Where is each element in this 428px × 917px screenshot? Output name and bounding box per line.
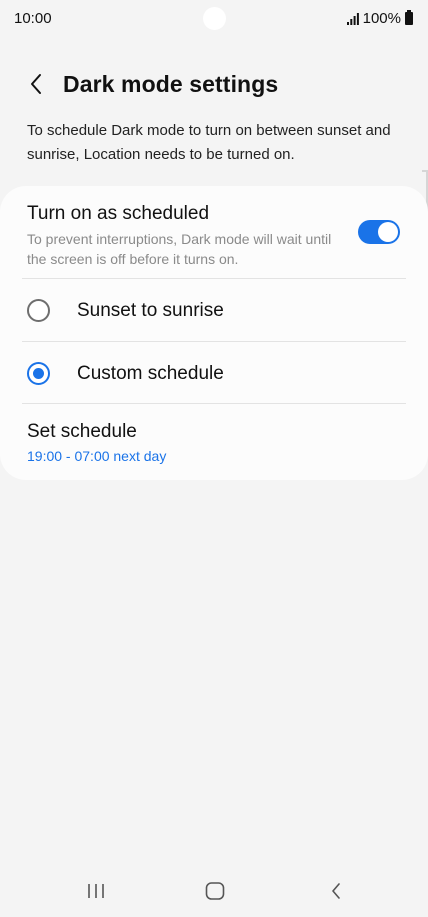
radio-custom-schedule[interactable]: [27, 362, 50, 385]
page-title: Dark mode settings: [63, 71, 279, 97]
back-button[interactable]: [20, 68, 52, 100]
option-label: Sunset to sunrise: [77, 300, 224, 321]
set-schedule-row[interactable]: Set schedule 19:00 - 07:00 next day: [0, 404, 428, 480]
chevron-left-icon: [31, 74, 41, 94]
option-label: Custom schedule: [77, 363, 224, 384]
set-schedule-title: Set schedule: [27, 421, 137, 442]
battery-icon: [405, 10, 413, 25]
schedule-toggle-switch[interactable]: [358, 220, 400, 244]
screen: 10:00 100% Dark mode settings To schedul…: [0, 0, 428, 917]
recents-icon: [88, 884, 104, 898]
nav-back-button[interactable]: [316, 876, 356, 906]
settings-card: Turn on as scheduled To prevent interrup…: [0, 186, 428, 480]
signal-icon: [346, 12, 359, 25]
schedule-toggle-title: Turn on as scheduled: [27, 203, 210, 224]
header: Dark mode settings: [0, 64, 428, 104]
schedule-toggle-row[interactable]: Turn on as scheduled To prevent interrup…: [0, 186, 428, 278]
camera-cutout: [203, 7, 226, 30]
back-icon: [332, 883, 340, 899]
option-sunset-to-sunrise[interactable]: Sunset to sunrise: [0, 279, 428, 341]
toggle-knob: [378, 222, 398, 242]
radio-sunset-to-sunrise[interactable]: [27, 299, 50, 322]
status-indicators: 100%: [346, 10, 413, 27]
status-bar: 10:00 100%: [0, 0, 428, 38]
home-icon: [205, 882, 225, 900]
status-time: 10:00: [14, 10, 52, 27]
option-custom-schedule[interactable]: Custom schedule: [0, 342, 428, 404]
home-button[interactable]: [195, 876, 235, 906]
location-description: To schedule Dark mode to turn on between…: [27, 122, 391, 163]
set-schedule-value: 19:00 - 07:00 next day: [27, 448, 167, 464]
recents-button[interactable]: [76, 876, 116, 906]
schedule-toggle-subtitle: To prevent interruptions, Dark mode will…: [27, 231, 332, 267]
navigation-bar: [0, 862, 428, 917]
battery-percent: 100%: [362, 10, 401, 27]
